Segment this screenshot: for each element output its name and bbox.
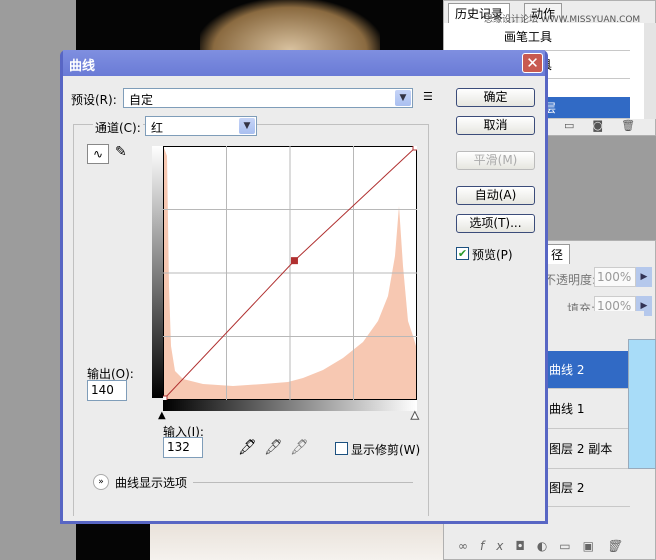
show-clipping-label: 显示修剪(W) bbox=[351, 443, 421, 457]
history-item[interactable]: 画笔工具 bbox=[444, 23, 630, 51]
preset-menu-icon[interactable]: ☰ bbox=[423, 90, 433, 103]
input-input[interactable]: 132 bbox=[163, 437, 203, 458]
ok-button[interactable]: 确定 bbox=[456, 88, 535, 107]
options-divider bbox=[193, 482, 413, 483]
options-button[interactable]: 选项(T)... bbox=[456, 214, 535, 233]
curve-control-point[interactable] bbox=[290, 257, 298, 265]
preset-label: 预设(R): bbox=[71, 93, 117, 107]
cancel-button[interactable]: 取消 bbox=[456, 116, 535, 135]
opacity-input[interactable]: 100% bbox=[594, 267, 636, 287]
white-point-slider[interactable]: ▲ bbox=[411, 410, 420, 422]
curve-control-point[interactable] bbox=[412, 146, 417, 151]
layer-thumbnail-highlight bbox=[628, 339, 656, 469]
preset-select[interactable]: 自定 ▼ bbox=[123, 88, 413, 108]
opacity-arrow-icon[interactable]: ▶ bbox=[636, 267, 652, 287]
canvas-image-top bbox=[200, 0, 380, 50]
black-point-slider[interactable]: ▲ bbox=[158, 410, 166, 421]
preview-label: 预览(P) bbox=[472, 248, 513, 262]
curve-tool-icon[interactable]: ∿ bbox=[87, 144, 109, 164]
curve-graph[interactable] bbox=[163, 146, 417, 400]
gray-eyedropper-icon[interactable]: 🖋 bbox=[264, 438, 283, 456]
smooth-button[interactable]: 平滑(M) bbox=[456, 151, 535, 170]
layers-toolbar-icons[interactable]: ∞fx◘◐▭▣🗑 bbox=[458, 539, 633, 553]
chevron-down-icon[interactable]: ▼ bbox=[239, 118, 255, 134]
pencil-icon[interactable]: ✎ bbox=[115, 144, 127, 160]
history-toolbar-icons[interactable]: ▭◙🗑 bbox=[564, 119, 653, 132]
opacity-label: 不透明度: bbox=[544, 273, 597, 287]
canvas-image-bottom bbox=[150, 520, 450, 560]
input-gradient-bar bbox=[163, 400, 417, 411]
expand-options-icon[interactable]: » bbox=[93, 474, 109, 490]
chevron-down-icon[interactable]: ▼ bbox=[395, 90, 411, 106]
history-scrollbar[interactable] bbox=[644, 23, 656, 119]
show-clipping-checkbox[interactable] bbox=[335, 442, 348, 455]
channel-label: 通道(C): bbox=[93, 119, 143, 136]
close-icon[interactable]: ✕ bbox=[522, 53, 543, 73]
dialog-title: 曲线 bbox=[63, 50, 545, 76]
output-input[interactable]: 140 bbox=[87, 380, 127, 401]
black-eyedropper-icon[interactable]: 🖋 bbox=[238, 438, 257, 456]
channel-value: 红 bbox=[151, 121, 164, 135]
output-gradient-bar bbox=[152, 146, 163, 398]
white-eyedropper-icon[interactable]: 🖋 bbox=[290, 438, 309, 456]
auto-button[interactable]: 自动(A) bbox=[456, 186, 535, 205]
channel-select[interactable]: 红 ▼ bbox=[145, 116, 257, 136]
preview-checkbox[interactable]: ✔ bbox=[456, 247, 469, 260]
preset-value: 自定 bbox=[129, 93, 154, 107]
curves-dialog: 曲线 ✕ 预设(R): 自定 ▼ ☰ 通道(C): 红 ▼ ∿ ✎ ▲ ▲ 输出(O… bbox=[60, 50, 548, 524]
curve-display-options-label[interactable]: 曲线显示选项 bbox=[115, 474, 187, 491]
